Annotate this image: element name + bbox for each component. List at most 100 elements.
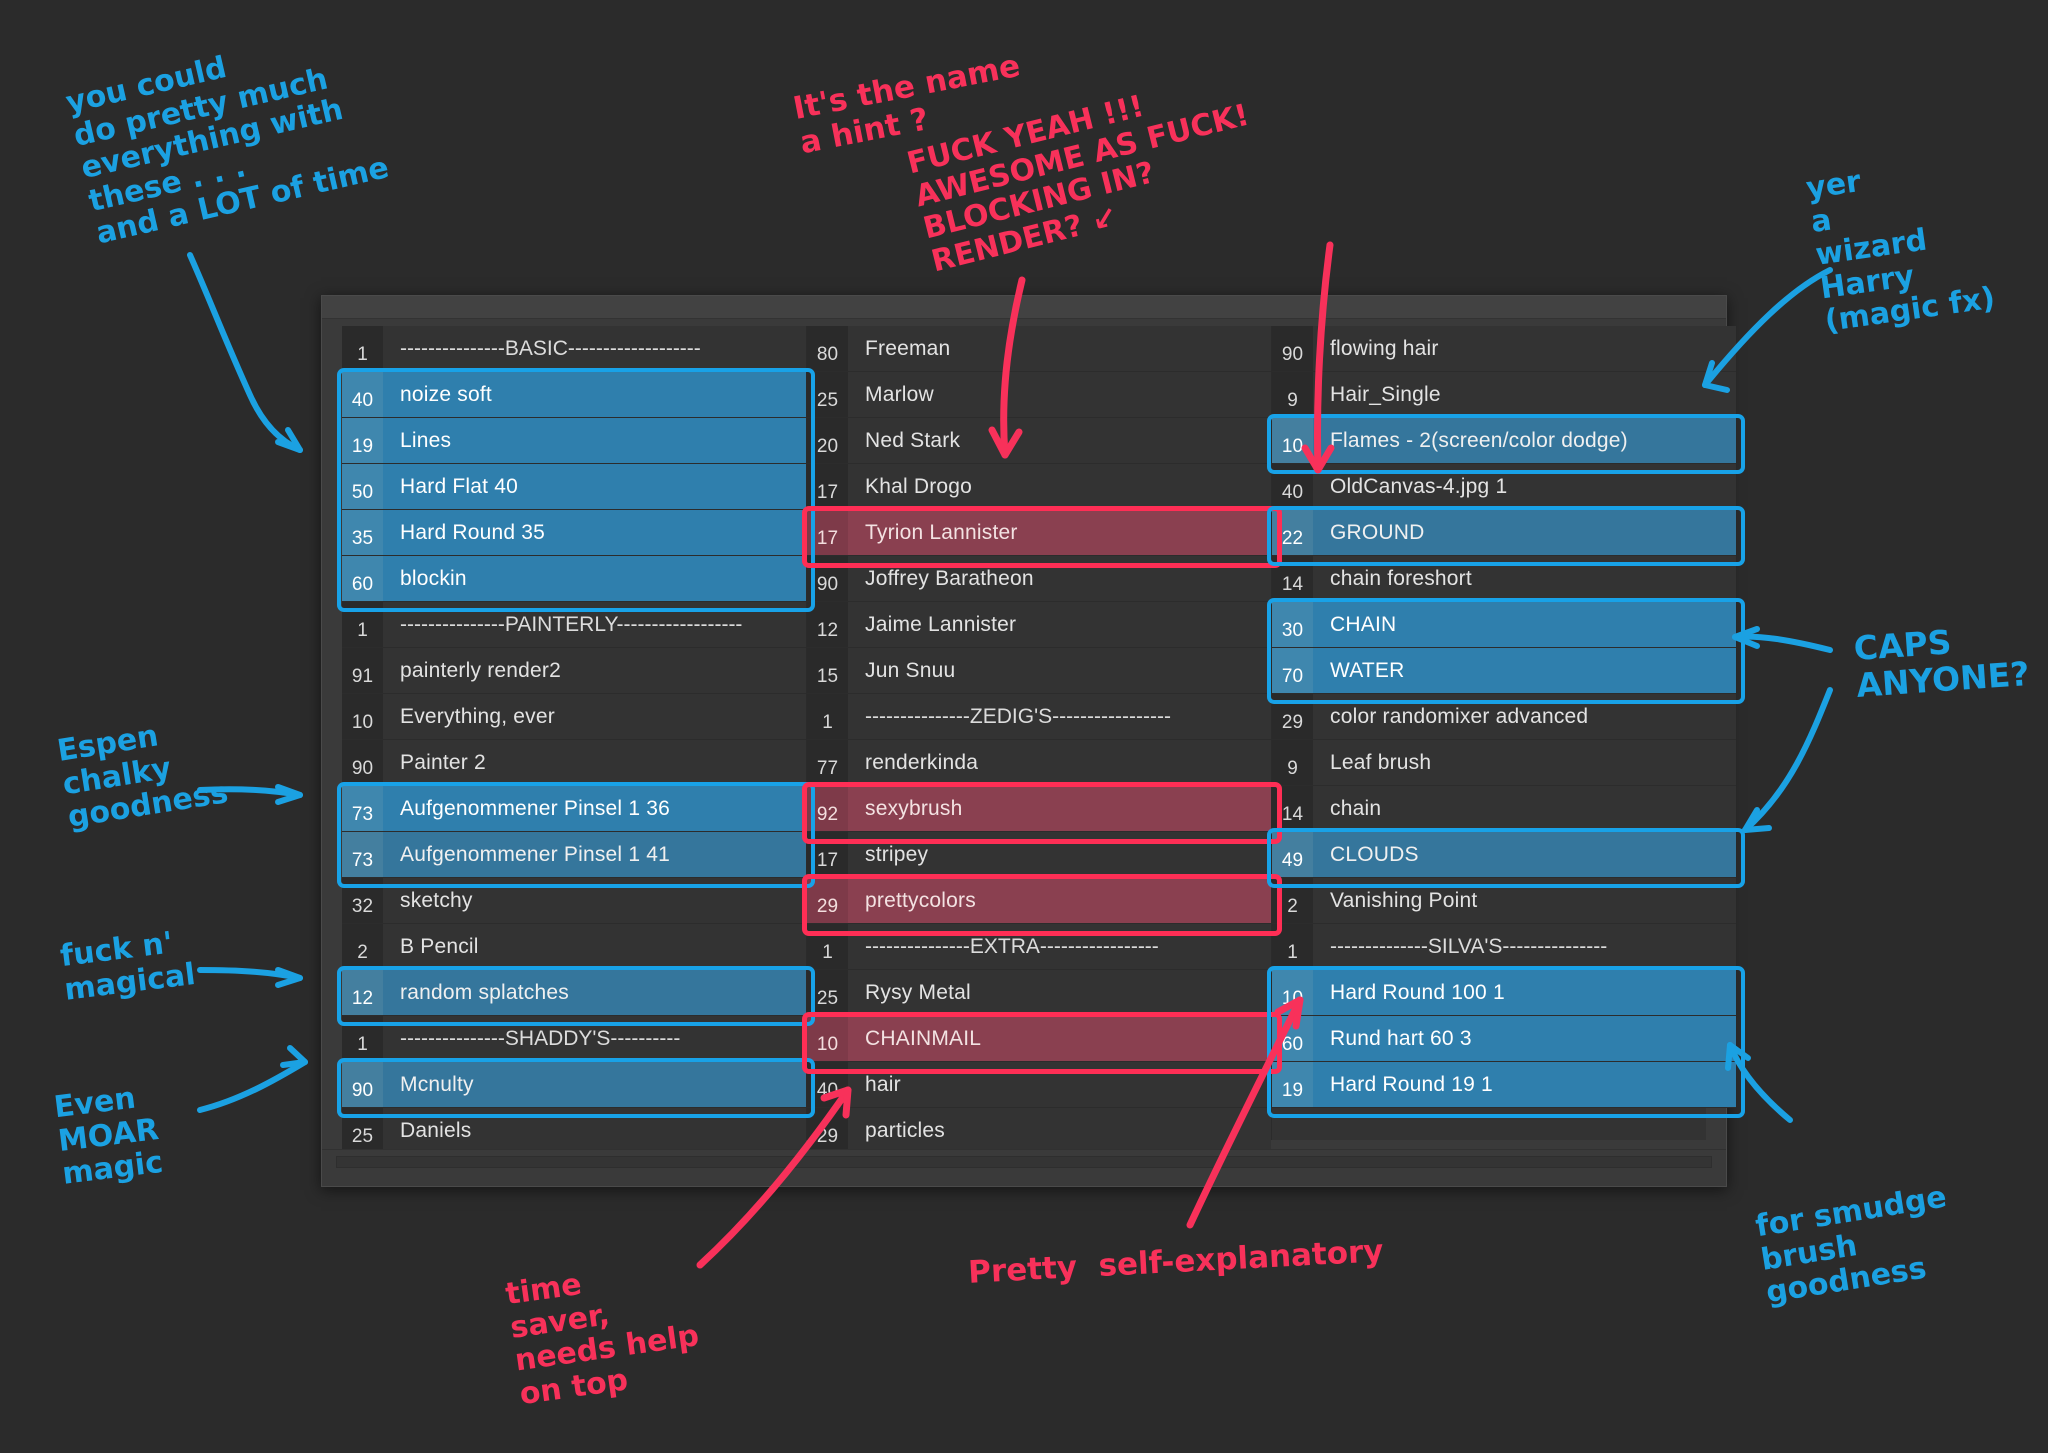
brush-row[interactable]: 1 ---------------BASIC------------------- (342, 326, 806, 372)
brush-row[interactable]: 22 GROUND (1272, 510, 1736, 556)
arrow-fuckn-magical-head (275, 967, 303, 988)
brush-name-label: WATER (1330, 658, 1405, 682)
brush-row[interactable]: 49 CLOUDS (1272, 832, 1736, 878)
brush-size-value: 80 (807, 326, 848, 371)
brush-row[interactable]: 40 noize soft (342, 372, 806, 418)
brush-row[interactable]: 14 chain (1272, 786, 1736, 832)
brush-size-value: 30 (1272, 602, 1313, 647)
brush-size-value: 90 (1272, 326, 1313, 371)
brush-size-value: 17 (807, 510, 848, 555)
brush-row[interactable]: 40 OldCanvas-4.jpg 1 (1272, 464, 1736, 510)
brush-name-label: Painter 2 (400, 750, 486, 774)
brush-row[interactable]: 29 color randomixer advanced (1272, 694, 1736, 740)
brush-size-value: 90 (807, 556, 848, 601)
brush-name-label: B Pencil (400, 934, 479, 958)
brush-row[interactable]: 73 Aufgenommener Pinsel 1 36 (342, 786, 806, 832)
brush-row[interactable]: 10 Everything, ever (342, 694, 806, 740)
brush-name-label: ---------------ZEDIG'S----------------- (865, 704, 1171, 728)
brush-name-label: GROUND (1330, 520, 1425, 544)
brush-row[interactable]: 1 ---------------PAINTERLY---------------… (342, 602, 806, 648)
brush-row[interactable]: 35 Hard Round 35 (342, 510, 806, 556)
brush-name-label: OldCanvas-4.jpg 1 (1330, 474, 1508, 498)
note-basic-brushes: you could do pretty much everything with… (62, 50, 393, 252)
brush-name-label: renderkinda (865, 750, 979, 774)
brush-row[interactable]: 17 stripey (807, 832, 1271, 878)
brush-row[interactable]: 10 Flames - 2(screen/color dodge) (1272, 418, 1736, 464)
brush-row[interactable]: 40 hair (807, 1062, 1271, 1108)
brush-row[interactable]: 30 CHAIN (1272, 602, 1736, 648)
brush-row[interactable]: 1 ---------------EXTRA----------------- (807, 924, 1271, 970)
brush-row[interactable]: 12 random splatches (342, 970, 806, 1016)
brush-size-value: 40 (342, 372, 383, 417)
brush-size-value: 9 (1272, 372, 1313, 417)
brush-name-label: Freeman (865, 336, 951, 360)
brush-row[interactable]: 29 prettycolors (807, 878, 1271, 924)
brush-row[interactable]: 17 Khal Drogo (807, 464, 1271, 510)
brush-name-label: CHAINMAIL (865, 1026, 982, 1050)
brush-size-value: 1 (1272, 924, 1313, 969)
brush-size-value: 12 (807, 602, 848, 647)
brush-size-value: 19 (342, 418, 383, 463)
brush-row[interactable]: 25 Daniels (342, 1108, 806, 1154)
brush-name-label: prettycolors (865, 888, 976, 912)
brush-name-label: Marlow (865, 382, 934, 406)
brush-name-label: ---------------PAINTERLY----------------… (400, 612, 743, 636)
brush-name-label: Aufgenommener Pinsel 1 36 (400, 796, 670, 820)
brush-row[interactable]: 90 Mcnulty (342, 1062, 806, 1108)
brush-row[interactable]: 17 Tyrion Lannister (807, 510, 1271, 556)
brush-size-value: 10 (1272, 418, 1313, 463)
brush-row[interactable]: 25 Rysy Metal (807, 970, 1271, 1016)
brush-size-value: 90 (342, 740, 383, 785)
brush-row[interactable]: 80 Freeman (807, 326, 1271, 372)
note-smudge-goodness: for smudge brush goodness (1753, 1179, 1949, 1311)
brush-row[interactable]: 14 chain foreshort (1272, 556, 1736, 602)
arrow-espen-chalky (197, 786, 303, 798)
brush-row[interactable]: 90 flowing hair (1272, 326, 1736, 372)
brush-size-value: 29 (807, 878, 848, 923)
brush-row[interactable]: 10 Hard Round 100 1 (1272, 970, 1736, 1016)
arrow-even-moar-magic-head (280, 1045, 308, 1068)
note-fuckn-magical: fuck n' magical (58, 925, 198, 1008)
brush-name-label: Hard Round 100 1 (1330, 980, 1505, 1004)
brush-row[interactable]: 73 Aufgenommener Pinsel 1 41 (342, 832, 806, 878)
brush-name-label: random splatches (400, 980, 569, 1004)
note-fuck-yeah: FUCK YEAH !!! AWESOME AS FUCK! BLOCKING … (903, 88, 1253, 280)
brush-row[interactable]: 91 painterly render2 (342, 648, 806, 694)
brush-row[interactable]: 12 Jaime Lannister (807, 602, 1271, 648)
brush-row[interactable]: 9 Hair_Single (1272, 372, 1736, 418)
brush-row[interactable]: 2 B Pencil (342, 924, 806, 970)
brush-column-2: 80 Freeman 25 Marlow 20 Ned Stark 17 Khal Drogo… (806, 326, 1271, 1154)
brush-name-label: blockin (400, 566, 467, 590)
brush-size-value: 25 (342, 1108, 383, 1153)
brush-row[interactable]: 77 renderkinda (807, 740, 1271, 786)
brush-size-value: 49 (1272, 832, 1313, 877)
brush-row[interactable]: 25 Marlow (807, 372, 1271, 418)
brush-row[interactable]: 1 --------------SILVA'S--------------- (1272, 924, 1736, 970)
brush-row[interactable]: 9 Leaf brush (1272, 740, 1736, 786)
brush-row[interactable]: 19 Hard Round 19 1 (1272, 1062, 1736, 1108)
brush-row[interactable]: 15 Jun Snuu (807, 648, 1271, 694)
brush-row[interactable]: 50 Hard Flat 40 (342, 464, 806, 510)
brush-row[interactable]: 20 Ned Stark (807, 418, 1271, 464)
arrow-even-moar-magic (197, 1059, 308, 1113)
brush-name-label: --------------SILVA'S--------------- (1330, 934, 1608, 958)
brush-row[interactable]: 2 Vanishing Point (1272, 878, 1736, 924)
brush-name-label: Everything, ever (400, 704, 555, 728)
brush-row[interactable]: 60 blockin (342, 556, 806, 602)
brush-row[interactable]: 10 CHAINMAIL (807, 1016, 1271, 1062)
brush-row[interactable]: 19 Lines (342, 418, 806, 464)
brush-row[interactable]: 29 particles (807, 1108, 1271, 1154)
brush-row[interactable]: 92 sexybrush (807, 786, 1271, 832)
arrow-basic-brushes-head (275, 427, 303, 453)
brush-row[interactable]: 90 Painter 2 (342, 740, 806, 786)
brush-row[interactable]: 1 ---------------ZEDIG'S----------------- (807, 694, 1271, 740)
brush-size-value: 73 (342, 832, 383, 877)
brush-row[interactable]: 60 Rund hart 60 3 (1272, 1016, 1736, 1062)
brush-size-value: 19 (1272, 1062, 1313, 1107)
brush-row[interactable]: 32 sketchy (342, 878, 806, 924)
brush-row[interactable]: 90 Joffrey Baratheon (807, 556, 1271, 602)
palette-titlebar[interactable] (322, 296, 1726, 319)
brush-row[interactable]: 1 ---------------SHADDY'S---------- (342, 1016, 806, 1062)
palette-footer-shelf (336, 1156, 1712, 1168)
brush-row[interactable]: 70 WATER (1272, 648, 1736, 694)
